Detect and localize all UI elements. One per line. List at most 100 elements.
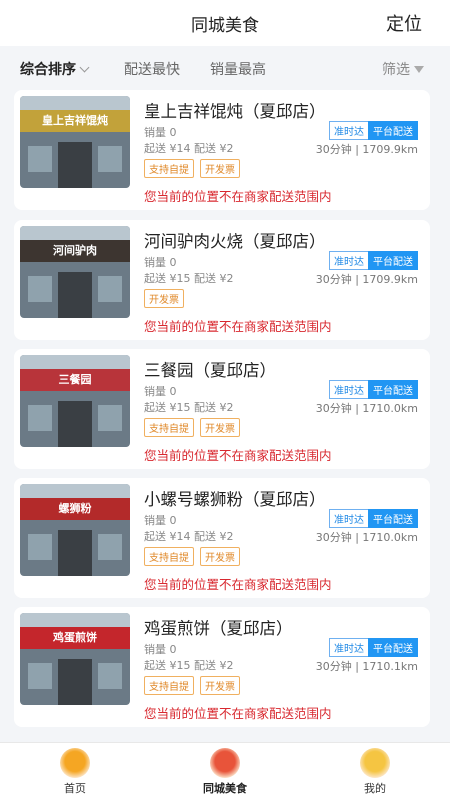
delivery-badges: 准时达 平台配送 — [329, 379, 418, 399]
food-icon — [210, 748, 240, 778]
shop-name: 鸡蛋煎饼（夏邱店） — [144, 619, 293, 638]
service-tag: 支持自提 — [144, 418, 194, 437]
time-distance: 30分钟 | 1709.9km — [315, 273, 418, 286]
shop-card[interactable]: 河间驴肉 河间驴肉火烧（夏邱店） 销量 0 起送 ¥15 配送 ¥2 开发票 准时达 平台配… — [14, 220, 430, 340]
photo-window — [98, 663, 122, 689]
shop-name: 河间驴肉火烧（夏邱店） — [144, 232, 326, 251]
photo-door — [58, 659, 92, 705]
photo-window — [98, 405, 122, 431]
sales-count: 销量 0 — [144, 126, 177, 139]
sales-count: 销量 0 — [144, 385, 177, 398]
shop-card[interactable]: 三餐园 三餐园（夏邱店） 销量 0 起送 ¥15 配送 ¥2 支持自提 开发票 准时达 平台配… — [14, 349, 430, 469]
photo-window — [28, 146, 52, 172]
service-tags: 支持自提 开发票 — [144, 546, 246, 566]
bottom-tab-bar: 首页 同城美食 我的 — [0, 742, 450, 800]
out-of-range-notice: 您当前的位置不在商家配送范围内 — [144, 189, 332, 204]
sort-label: 综合排序 — [20, 62, 76, 78]
shop-sign: 鸡蛋煎饼 — [20, 627, 130, 649]
sales-count: 销量 0 — [144, 256, 177, 269]
tab-home-label: 首页 — [64, 782, 86, 795]
chevron-down-icon — [79, 62, 90, 73]
service-tags: 支持自提 开发票 — [144, 158, 246, 178]
service-tags: 开发票 — [144, 288, 190, 308]
photo-door — [58, 530, 92, 576]
app-header: 同城美食 定位 — [0, 0, 450, 46]
filter-bar: 综合排序 配送最快 销量最高 筛选 — [0, 48, 450, 88]
photo-window — [98, 534, 122, 560]
funnel-icon — [414, 66, 424, 73]
delivery-price: 起送 ¥15 配送 ¥2 — [144, 272, 234, 285]
platform-delivery-badge: 平台配送 — [368, 380, 418, 399]
platform-delivery-badge: 平台配送 — [368, 251, 418, 270]
shop-card[interactable]: 皇上吉祥馄炖 皇上吉祥馄炖（夏邱店） 销量 0 起送 ¥14 配送 ¥2 支持自提 开发票… — [14, 90, 430, 210]
tab-fastest-delivery[interactable]: 配送最快 — [124, 59, 180, 79]
platform-delivery-badge: 平台配送 — [368, 638, 418, 657]
service-tag: 开发票 — [200, 547, 240, 566]
sales-count: 销量 0 — [144, 643, 177, 656]
shop-card[interactable]: 鸡蛋煎饼 鸡蛋煎饼（夏邱店） 销量 0 起送 ¥15 配送 ¥2 支持自提 开发票 准时达平… — [14, 607, 430, 727]
out-of-range-notice: 您当前的位置不在商家配送范围内 — [144, 706, 332, 721]
time-distance: 30分钟 | 1710.1km — [315, 660, 418, 673]
locate-button[interactable]: 定位 — [386, 10, 422, 36]
service-tags: 支持自提 开发票 — [144, 417, 246, 437]
shop-name: 三餐园（夏邱店） — [144, 361, 276, 380]
photo-door — [58, 142, 92, 188]
photo-door — [58, 401, 92, 447]
delivery-price: 起送 ¥15 配送 ¥2 — [144, 659, 234, 672]
shop-sign: 河间驴肉 — [20, 240, 130, 262]
photo-door — [58, 272, 92, 318]
tab-top-sales[interactable]: 销量最高 — [210, 59, 266, 79]
filter-label: 筛选 — [382, 62, 410, 78]
service-tag: 支持自提 — [144, 159, 194, 178]
delivery-badges: 准时达 平台配送 — [329, 250, 418, 270]
service-tag: 开发票 — [144, 289, 184, 308]
sort-dropdown[interactable]: 综合排序 — [20, 59, 90, 79]
delivery-badges: 准时达 平台配送 — [329, 508, 418, 528]
shop-photo: 皇上吉祥馄炖 — [20, 96, 130, 188]
out-of-range-notice: 您当前的位置不在商家配送范围内 — [144, 577, 332, 592]
on-time-badge: 准时达 — [329, 638, 369, 657]
shop-photo: 鸡蛋煎饼 — [20, 613, 130, 705]
photo-window — [28, 534, 52, 560]
photo-sky — [20, 613, 130, 627]
shop-card[interactable]: 螺狮粉 小螺号螺狮粉（夏邱店） 销量 0 起送 ¥14 配送 ¥2 支持自提 开发票 准时达… — [14, 478, 430, 598]
photo-sky — [20, 355, 130, 369]
photo-window — [98, 146, 122, 172]
shop-photo: 河间驴肉 — [20, 226, 130, 318]
time-distance: 30分钟 | 1710.0km — [315, 402, 418, 415]
service-tag: 开发票 — [200, 418, 240, 437]
out-of-range-notice: 您当前的位置不在商家配送范围内 — [144, 319, 332, 334]
photo-sky — [20, 96, 130, 110]
photo-sky — [20, 484, 130, 498]
service-tag: 开发票 — [200, 159, 240, 178]
on-time-badge: 准时达 — [329, 509, 369, 528]
photo-window — [28, 276, 52, 302]
home-icon — [60, 748, 90, 778]
shop-photo: 螺狮粉 — [20, 484, 130, 576]
shop-photo: 三餐园 — [20, 355, 130, 447]
sales-count: 销量 0 — [144, 514, 177, 527]
on-time-badge: 准时达 — [329, 380, 369, 399]
shop-sign: 螺狮粉 — [20, 498, 130, 520]
photo-window — [28, 405, 52, 431]
shop-name: 皇上吉祥馄炖（夏邱店） — [144, 102, 326, 121]
delivery-badges: 准时达 平台配送 — [329, 637, 418, 657]
platform-delivery-badge: 平台配送 — [368, 121, 418, 140]
out-of-range-notice: 您当前的位置不在商家配送范围内 — [144, 448, 332, 463]
service-tag: 支持自提 — [144, 547, 194, 566]
delivery-price: 起送 ¥15 配送 ¥2 — [144, 401, 234, 414]
photo-sky — [20, 226, 130, 240]
tab-local-food[interactable]: 同城美食 — [150, 743, 300, 800]
tab-profile[interactable]: 我的 — [300, 743, 450, 800]
on-time-badge: 准时达 — [329, 251, 369, 270]
delivery-price: 起送 ¥14 配送 ¥2 — [144, 530, 234, 543]
filter-button[interactable]: 筛选 — [382, 59, 424, 79]
on-time-badge: 准时达 — [329, 121, 369, 140]
tab-home[interactable]: 首页 — [0, 743, 150, 800]
delivery-badges: 准时达 平台配送 — [329, 120, 418, 140]
page-title: 同城美食 — [191, 16, 259, 36]
photo-window — [28, 663, 52, 689]
time-distance: 30分钟 | 1709.9km — [315, 143, 418, 156]
photo-window — [98, 276, 122, 302]
profile-icon — [360, 748, 390, 778]
